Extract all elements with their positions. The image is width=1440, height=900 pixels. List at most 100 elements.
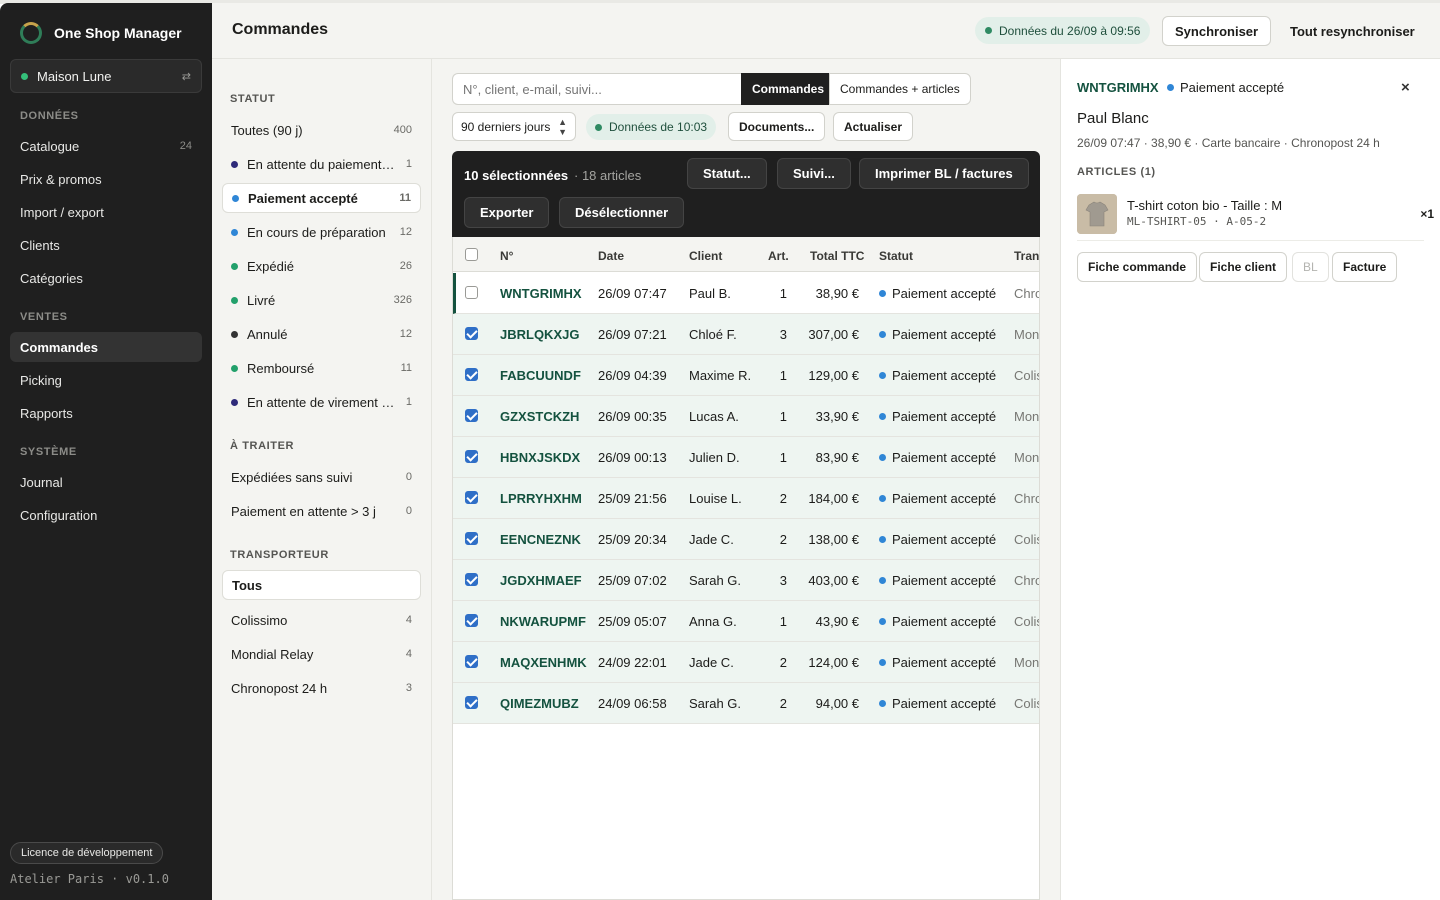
refresh-button[interactable]: Actualiser — [833, 112, 914, 141]
order-number-link[interactable]: MAQXENHMK — [500, 655, 587, 670]
row-checkbox[interactable] — [465, 450, 478, 463]
brand-logo-icon — [20, 22, 42, 44]
bulk-status-button[interactable]: Statut... — [687, 158, 767, 189]
nav-item-journal[interactable]: Journal — [10, 467, 202, 497]
documents-button[interactable]: Documents... — [728, 112, 826, 141]
order-status: Paiement accepté — [879, 573, 996, 588]
client-sheet-button[interactable]: Fiche client — [1199, 252, 1288, 282]
order-number-link[interactable]: WNTGRIMHX — [500, 286, 582, 301]
filter-status-rembourse[interactable]: Remboursé 11 — [222, 353, 421, 383]
order-total: 307,00 € — [808, 327, 859, 342]
row-checkbox[interactable] — [465, 409, 478, 422]
order-number-link[interactable]: QIMEZMUBZ — [500, 696, 579, 711]
row-checkbox[interactable] — [465, 614, 478, 627]
close-icon[interactable]: × — [1401, 79, 1410, 96]
table-row[interactable]: MAQXENHMK 24/09 22:01 Jade C. 2 124,00 € Paie… — [453, 642, 1039, 683]
sync-button[interactable]: Synchroniser — [1162, 16, 1272, 46]
nav-item-prix-promos[interactable]: Prix & promos — [10, 164, 202, 194]
order-number-link[interactable]: FABCUUNDF — [500, 368, 581, 383]
filter-carrier-chronopost[interactable]: Chronopost 24 h 3 — [222, 673, 421, 703]
nav-item-import-export[interactable]: Import / export — [10, 197, 202, 227]
filter-status-expedie[interactable]: Expédié 26 — [222, 251, 421, 281]
filter-carrier-colissimo[interactable]: Colissimo 4 — [222, 605, 421, 635]
filter-carrier-tous[interactable]: Tous — [222, 570, 421, 600]
row-checkbox[interactable] — [465, 491, 478, 504]
filter-status-livre[interactable]: Livré 326 — [222, 285, 421, 315]
order-date: 26/09 07:47 — [598, 286, 667, 301]
status-dot — [231, 364, 238, 372]
invoice-button[interactable]: Facture — [1332, 252, 1398, 282]
order-article-count: 1 — [779, 286, 787, 301]
filter-carrier-mondial-relay[interactable]: Mondial Relay 4 — [222, 639, 421, 669]
filter-status-all[interactable]: Toutes (90 j) 400 — [222, 115, 421, 145]
order-number-link[interactable]: JGDXHMAEF — [500, 573, 582, 588]
order-number-link[interactable]: JBRLQKXJG — [500, 327, 579, 342]
period-select[interactable]: 90 derniers jours ▲ ▼ — [452, 112, 576, 141]
row-checkbox[interactable] — [465, 286, 478, 299]
nav-item-picking[interactable]: Picking — [10, 365, 202, 395]
filter-status-preparation[interactable]: En cours de préparation 12 — [222, 217, 421, 247]
filter-section-statut: STATUT — [230, 93, 276, 105]
filter-label: Expédiées sans suivi — [231, 469, 353, 485]
nav-item-configuration[interactable]: Configuration — [10, 500, 202, 530]
filter-status-paiement-accepte[interactable]: Paiement accepté 11 — [222, 183, 421, 213]
order-sheet-button[interactable]: Fiche commande — [1077, 252, 1198, 282]
table-row[interactable]: NKWARUPMF 25/09 05:07 Anna G. 1 43,90 € Paiem… — [453, 601, 1039, 642]
table-row[interactable]: WNTGRIMHX 26/09 07:47 Paul B. 1 38,90 € Paiem… — [453, 273, 1039, 314]
row-checkbox[interactable] — [465, 696, 478, 709]
table-row[interactable]: QIMEZMUBZ 24/09 06:58 Sarah G. 2 94,00 € Paie… — [453, 683, 1039, 724]
column-header-status[interactable]: Statut — [879, 249, 913, 263]
column-header-total[interactable]: Total TTC — [810, 249, 864, 263]
nav-item-rapports[interactable]: Rapports — [10, 398, 202, 428]
nav-item-commandes[interactable]: Commandes — [10, 332, 202, 362]
detail-order-number[interactable]: WNTGRIMHX — [1077, 80, 1159, 95]
column-header-date[interactable]: Date — [598, 249, 624, 263]
table-row[interactable]: LPRRYHXHM 25/09 21:56 Louise L. 2 184,00 € Pa… — [453, 478, 1039, 519]
bl-button[interactable]: BL — [1292, 252, 1329, 282]
column-header-num[interactable]: N° — [500, 249, 513, 263]
shop-switcher[interactable]: Maison Lune ⇄ — [10, 59, 202, 93]
table-row[interactable]: GZXSTCKZH 26/09 00:35 Lucas A. 1 33,90 € Paie… — [453, 396, 1039, 437]
data-freshness-text: Données du 26/09 à 09:56 — [999, 23, 1141, 38]
export-button[interactable]: Exporter — [464, 197, 550, 228]
order-number-link[interactable]: GZXSTCKZH — [500, 409, 579, 424]
filter-status-attente-cheque[interactable]: En attente du paiement par chèque 1 — [222, 149, 421, 179]
column-header-articles[interactable]: Art. — [768, 249, 789, 263]
order-client: Maxime R. — [689, 368, 752, 383]
search-input[interactable] — [452, 73, 742, 105]
bulk-tracking-button[interactable]: Suivi... — [777, 158, 851, 189]
nav-item-categories[interactable]: Catégories — [10, 263, 202, 293]
filter-todo-sans-suivi[interactable]: Expédiées sans suivi 0 — [222, 462, 421, 492]
table-row[interactable]: JBRLQKXJG 26/09 07:21 Chloé F. 3 307,00 € Pai… — [453, 314, 1039, 355]
filter-todo-paiement-attente[interactable]: Paiement en attente > 3 j 0 — [222, 496, 421, 526]
deselect-button[interactable]: Désélectionner — [559, 197, 685, 228]
row-checkbox[interactable] — [465, 655, 478, 668]
row-checkbox[interactable] — [465, 327, 478, 340]
row-checkbox[interactable] — [465, 368, 478, 381]
row-checkbox[interactable] — [465, 532, 478, 545]
row-checkbox[interactable] — [465, 573, 478, 586]
resync-all-button[interactable]: Tout resynchroniser — [1277, 16, 1428, 46]
order-number-link[interactable]: NKWARUPMF — [500, 614, 586, 629]
mode-orders-toggle[interactable]: Commandes — [741, 73, 836, 105]
table-row[interactable]: EENCNEZNK 25/09 20:34 Jade C. 2 138,00 € Paie… — [453, 519, 1039, 560]
select-all-checkbox[interactable] — [465, 248, 478, 261]
print-documents-button[interactable]: Imprimer BL / factures — [859, 158, 1029, 189]
order-number-link[interactable]: HBNXJSKDX — [500, 450, 580, 465]
table-row[interactable]: FABCUUNDF 26/09 04:39 Maxime R. 1 129,00 € Pa… — [453, 355, 1039, 396]
nav-item-catalogue[interactable]: Catalogue 24 — [10, 131, 202, 161]
column-header-transporteur[interactable]: Trans — [1014, 249, 1039, 263]
order-total: 129,00 € — [808, 368, 859, 383]
order-number-link[interactable]: EENCNEZNK — [500, 532, 581, 547]
order-number-link[interactable]: LPRRYHXHM — [500, 491, 582, 506]
license-badge[interactable]: Licence de développement — [10, 842, 164, 864]
nav-item-clients[interactable]: Clients — [10, 230, 202, 260]
mode-orders-items-toggle[interactable]: Commandes + articles — [829, 73, 971, 105]
column-header-client[interactable]: Client — [689, 249, 722, 263]
filter-status-attente-virement[interactable]: En attente de virement bancaire 1 — [222, 387, 421, 417]
order-status-label: Paiement accepté — [892, 655, 997, 670]
filter-label: Mondial Relay — [231, 646, 314, 662]
table-row[interactable]: HBNXJSKDX 26/09 00:13 Julien D. 1 83,90 € Pai… — [453, 437, 1039, 478]
table-row[interactable]: JGDXHMAEF 25/09 07:02 Sarah G. 3 403,00 € Pai… — [453, 560, 1039, 601]
filter-status-annule[interactable]: Annulé 12 — [222, 319, 421, 349]
